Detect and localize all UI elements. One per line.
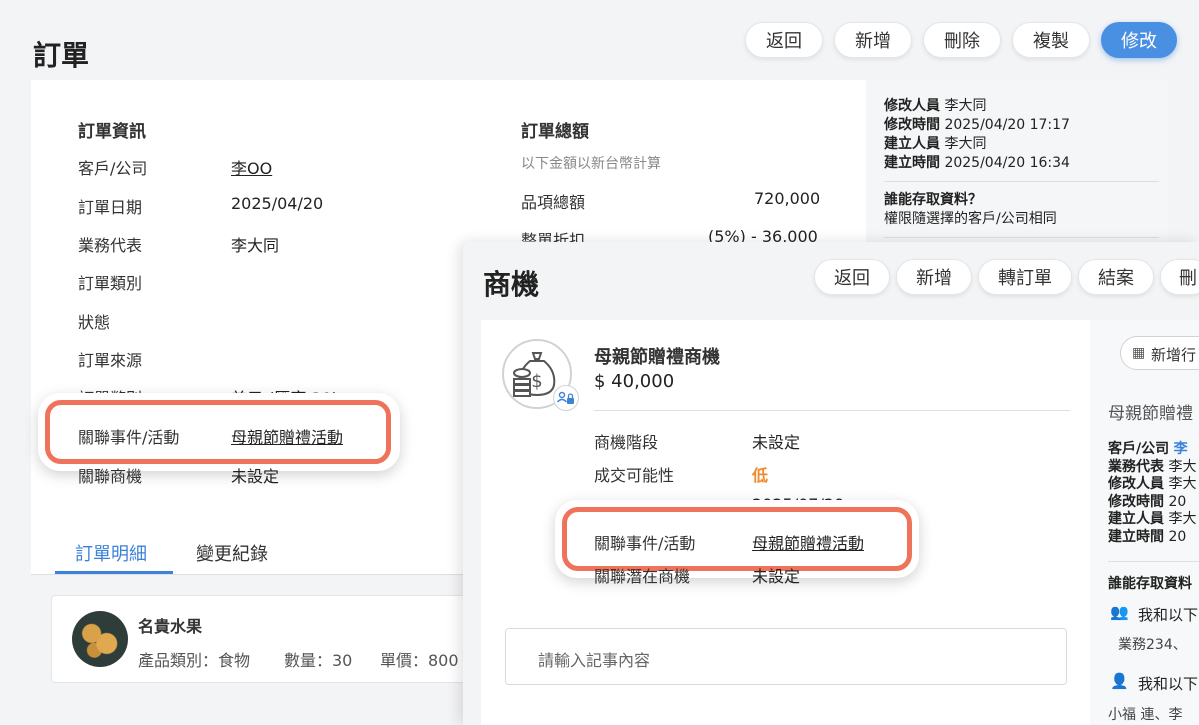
side-rep-value: 李大 — [1168, 458, 1197, 475]
tab-change-history[interactable]: 變更紀錄 — [196, 540, 268, 566]
probability-label: 成交可能性 — [594, 466, 675, 485]
note-input-placeholder: 請輸入記事內容 — [538, 651, 651, 670]
created-label: 建立時間 — [884, 155, 940, 171]
customer-link[interactable]: 李OO — [231, 155, 272, 179]
opp-convert-order-button[interactable]: 轉訂單 — [978, 259, 1072, 295]
order-meta-block: 修改人員 李大同 修改時間 2025/04/20 17:17 建立人員 李大同 … — [884, 97, 1070, 173]
line-item-category: 產品類別：食物 — [138, 651, 251, 670]
side-divider — [1108, 561, 1199, 562]
side-rep-label: 業務代表 — [1108, 458, 1164, 475]
side-creator-label: 建立人員 — [1108, 511, 1164, 527]
items-total-value: 720,000 — [754, 189, 821, 208]
access-lock-badge-icon — [553, 385, 579, 411]
line-item-quantity: 數量：30 — [284, 651, 353, 670]
calendar-icon: ▦ — [1132, 345, 1146, 361]
opportunity-name: 母親節贈禮商機 — [594, 347, 720, 368]
order-edit-button[interactable]: 修改 — [1101, 22, 1177, 58]
opp-back-button[interactable]: 返回 — [814, 259, 890, 295]
side-group-icon: 👥 — [1110, 603, 1129, 621]
add-activity-button[interactable]: ▦ 新增行 — [1120, 336, 1199, 370]
order-copy-button[interactable]: 複製 — [1012, 22, 1090, 58]
opp-event-link[interactable]: 母親節贈禮活動 — [752, 530, 864, 554]
opportunity-page-title: 商機 — [483, 268, 540, 301]
order-page-title: 訂單 — [33, 39, 90, 72]
side-title: 母親節贈禮 — [1108, 404, 1193, 424]
order-opportunity-label: 關聯商機 — [78, 467, 143, 486]
side-created-label: 建立時間 — [1108, 528, 1164, 545]
stage-label: 商機階段 — [594, 433, 659, 452]
opportunity-divider — [594, 410, 1070, 411]
opp-delete-button[interactable]: 刪 — [1160, 259, 1199, 295]
currency-note: 以下金額以新台幣計算 — [521, 156, 661, 172]
access-text: 權限隨選擇的客戶/公司相同 — [884, 211, 1057, 227]
opp-event-label: 關聯事件/活動 — [594, 534, 696, 553]
opp-close-button[interactable]: 結案 — [1078, 259, 1154, 295]
order-type-label: 訂單類別 — [78, 274, 143, 293]
modifier-value: 李大同 — [944, 98, 987, 114]
order-delete-button[interactable]: 刪除 — [923, 22, 1001, 58]
svg-text:$: $ — [531, 371, 542, 392]
probability-value: 低 — [752, 466, 769, 485]
items-total-label: 品項總額 — [521, 193, 586, 212]
side-modifier-value: 李大 — [1168, 476, 1197, 492]
side-customer-label: 客戶/公司 — [1108, 441, 1170, 457]
meta-divider-2 — [884, 237, 1159, 238]
side-customer-link[interactable]: 李 — [1174, 441, 1188, 457]
order-info-heading: 訂單資訊 — [78, 122, 146, 142]
lead-value: 未設定 — [752, 567, 801, 586]
add-activity-label: 新增行 — [1151, 346, 1197, 364]
modified-label: 修改時間 — [884, 117, 940, 133]
side-group-text: 我和以下 — [1138, 606, 1199, 624]
group-lock-icon — [556, 391, 574, 404]
access-heading: 誰能存取資料？ — [884, 192, 982, 208]
side-user-text: 我和以下 — [1138, 675, 1199, 693]
meta-divider — [884, 181, 1159, 182]
order-totals-heading: 訂單總額 — [521, 122, 589, 142]
side-access-heading: 誰能存取資料 — [1108, 576, 1192, 592]
modifier-label: 修改人員 — [884, 98, 940, 114]
side-meta-block: 客戶/公司 李 業務代表 李大 修改人員 李大 修改時間 20 建立人員 李大 … — [1108, 441, 1196, 546]
side-creator-value: 李大 — [1168, 511, 1197, 527]
order-event-link[interactable]: 母親節贈禮活動 — [231, 424, 343, 448]
side-created-value: 20 — [1168, 528, 1187, 545]
side-user-members: 小福 連、李 — [1108, 707, 1183, 723]
status-label: 狀態 — [78, 313, 111, 332]
sales-rep-label: 業務代表 — [78, 236, 143, 255]
created-value: 2025/04/20 16:34 — [944, 155, 1070, 171]
order-opportunity-value: 未設定 — [231, 467, 280, 486]
line-item-name: 名貴水果 — [138, 617, 203, 636]
side-modified-label: 修改時間 — [1108, 493, 1164, 510]
line-item-price: 單價：800 — [380, 651, 459, 670]
modified-value: 2025/04/20 17:17 — [944, 117, 1070, 133]
customer-label: 客戶/公司 — [78, 159, 148, 178]
order-event-label: 關聯事件/活動 — [78, 428, 180, 447]
order-date-value: 2025/04/20 — [231, 194, 324, 213]
stage-value: 未設定 — [752, 433, 801, 452]
tab-order-details[interactable]: 訂單明細 — [75, 540, 147, 566]
opportunity-side-panel: ▦ 新增行 母親節贈禮 客戶/公司 李 業務代表 李大 修改人員 李大 修改時間… — [1090, 320, 1199, 725]
side-modified-value: 20 — [1168, 493, 1187, 510]
order-date-label: 訂單日期 — [78, 198, 143, 217]
side-group-members: 業務234、 — [1118, 637, 1187, 653]
order-back-button[interactable]: 返回 — [745, 22, 823, 58]
creator-value: 李大同 — [944, 136, 987, 152]
sales-rep-value: 李大同 — [231, 236, 280, 255]
opportunity-amount: $ 40,000 — [594, 371, 675, 392]
side-modifier-label: 修改人員 — [1108, 476, 1164, 492]
order-source-label: 訂單來源 — [78, 351, 143, 370]
lead-label: 關聯潛在商機 — [594, 567, 691, 586]
order-add-button[interactable]: 新增 — [834, 22, 912, 58]
creator-label: 建立人員 — [884, 136, 940, 152]
side-user-icon: 👤 — [1110, 672, 1129, 690]
fruit-image — [72, 611, 128, 667]
note-input[interactable]: 請輸入記事內容 — [505, 628, 1067, 685]
opp-add-button[interactable]: 新增 — [896, 259, 972, 295]
